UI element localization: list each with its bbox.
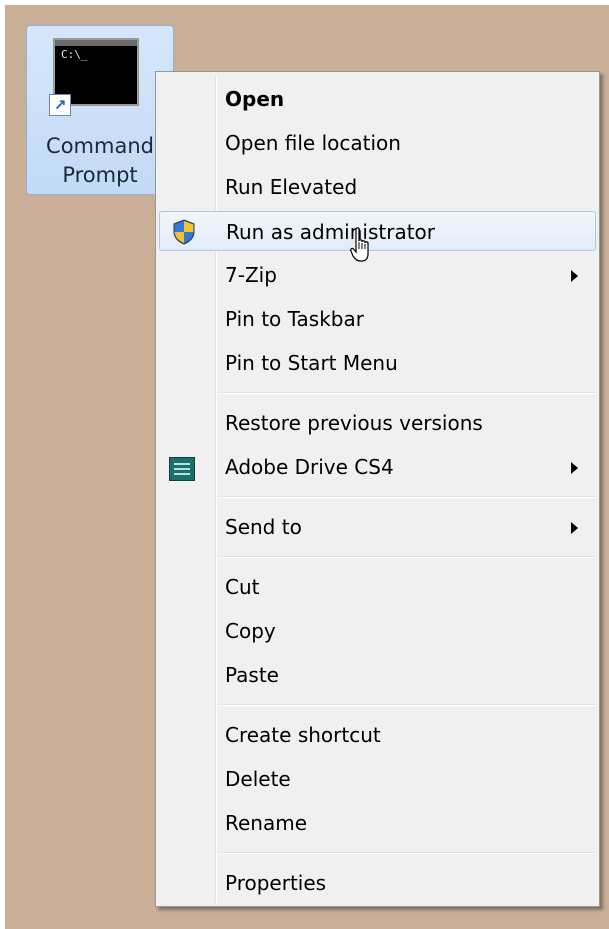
menu-item-delete[interactable]: Delete bbox=[159, 759, 596, 799]
menu-item-send-to[interactable]: Send to bbox=[159, 507, 596, 547]
mouse-pointer-icon bbox=[350, 227, 369, 262]
menu-item-run-as-administrator[interactable]: Run as administrator bbox=[159, 211, 596, 251]
menu-item-cut[interactable]: Cut bbox=[159, 567, 596, 607]
menu-item-pin-to-start-menu[interactable]: Pin to Start Menu bbox=[159, 343, 596, 383]
menu-item-7-zip[interactable]: 7-Zip bbox=[159, 255, 596, 295]
menu-item-label: Copy bbox=[225, 619, 276, 643]
menu-item-open[interactable]: Open bbox=[159, 79, 596, 119]
menu-item-label: Properties bbox=[225, 871, 327, 895]
menu-item-pin-to-taskbar[interactable]: Pin to Taskbar bbox=[159, 299, 596, 339]
submenu-arrow-icon bbox=[571, 270, 578, 282]
menu-item-label: Send to bbox=[225, 515, 302, 539]
menu-item-open-file-location[interactable]: Open file location bbox=[159, 123, 596, 163]
adobe-drive-icon bbox=[169, 457, 195, 481]
menu-item-properties[interactable]: Properties bbox=[159, 863, 596, 903]
menu-item-label: Cut bbox=[225, 575, 260, 599]
context-menu: Open Open file location Run Elevated Run… bbox=[155, 71, 600, 907]
menu-item-rename[interactable]: Rename bbox=[159, 803, 596, 843]
menu-separator bbox=[218, 496, 596, 498]
menu-item-label: Open file location bbox=[225, 131, 401, 155]
menu-separator bbox=[218, 392, 596, 394]
menu-item-label: Adobe Drive CS4 bbox=[225, 455, 394, 479]
submenu-arrow-icon bbox=[571, 462, 578, 474]
menu-separator bbox=[218, 852, 596, 854]
desktop: C:\_ ↗ Command Prompt Open Open file loc… bbox=[5, 5, 609, 929]
menu-item-label: Pin to Start Menu bbox=[225, 351, 398, 375]
icon-label: Command Prompt bbox=[46, 134, 154, 187]
menu-item-run-elevated[interactable]: Run Elevated bbox=[159, 167, 596, 207]
menu-item-label: Run as administrator bbox=[226, 220, 436, 244]
menu-item-label: Paste bbox=[225, 663, 279, 687]
command-prompt-shortcut[interactable]: C:\_ ↗ Command Prompt bbox=[26, 25, 174, 195]
menu-item-label: 7-Zip bbox=[225, 263, 277, 287]
menu-item-label: Rename bbox=[225, 811, 308, 835]
menu-separator bbox=[218, 704, 596, 706]
menu-item-label: Restore previous versions bbox=[225, 411, 483, 435]
menu-item-label: Pin to Taskbar bbox=[225, 307, 364, 331]
menu-item-restore-previous-versions[interactable]: Restore previous versions bbox=[159, 403, 596, 443]
menu-item-label: Open bbox=[225, 87, 285, 111]
menu-item-label: Run Elevated bbox=[225, 175, 358, 199]
menu-item-label: Create shortcut bbox=[225, 723, 381, 747]
menu-separator bbox=[218, 556, 596, 558]
menu-item-adobe-drive-cs4[interactable]: Adobe Drive CS4 bbox=[159, 447, 596, 487]
menu-item-copy[interactable]: Copy bbox=[159, 611, 596, 651]
uac-shield-icon bbox=[173, 219, 195, 245]
shortcut-arrow-icon: ↗ bbox=[49, 94, 71, 116]
submenu-arrow-icon bbox=[571, 522, 578, 534]
menu-item-create-shortcut[interactable]: Create shortcut bbox=[159, 715, 596, 755]
menu-item-label: Delete bbox=[225, 767, 291, 791]
menu-item-paste[interactable]: Paste bbox=[159, 655, 596, 695]
